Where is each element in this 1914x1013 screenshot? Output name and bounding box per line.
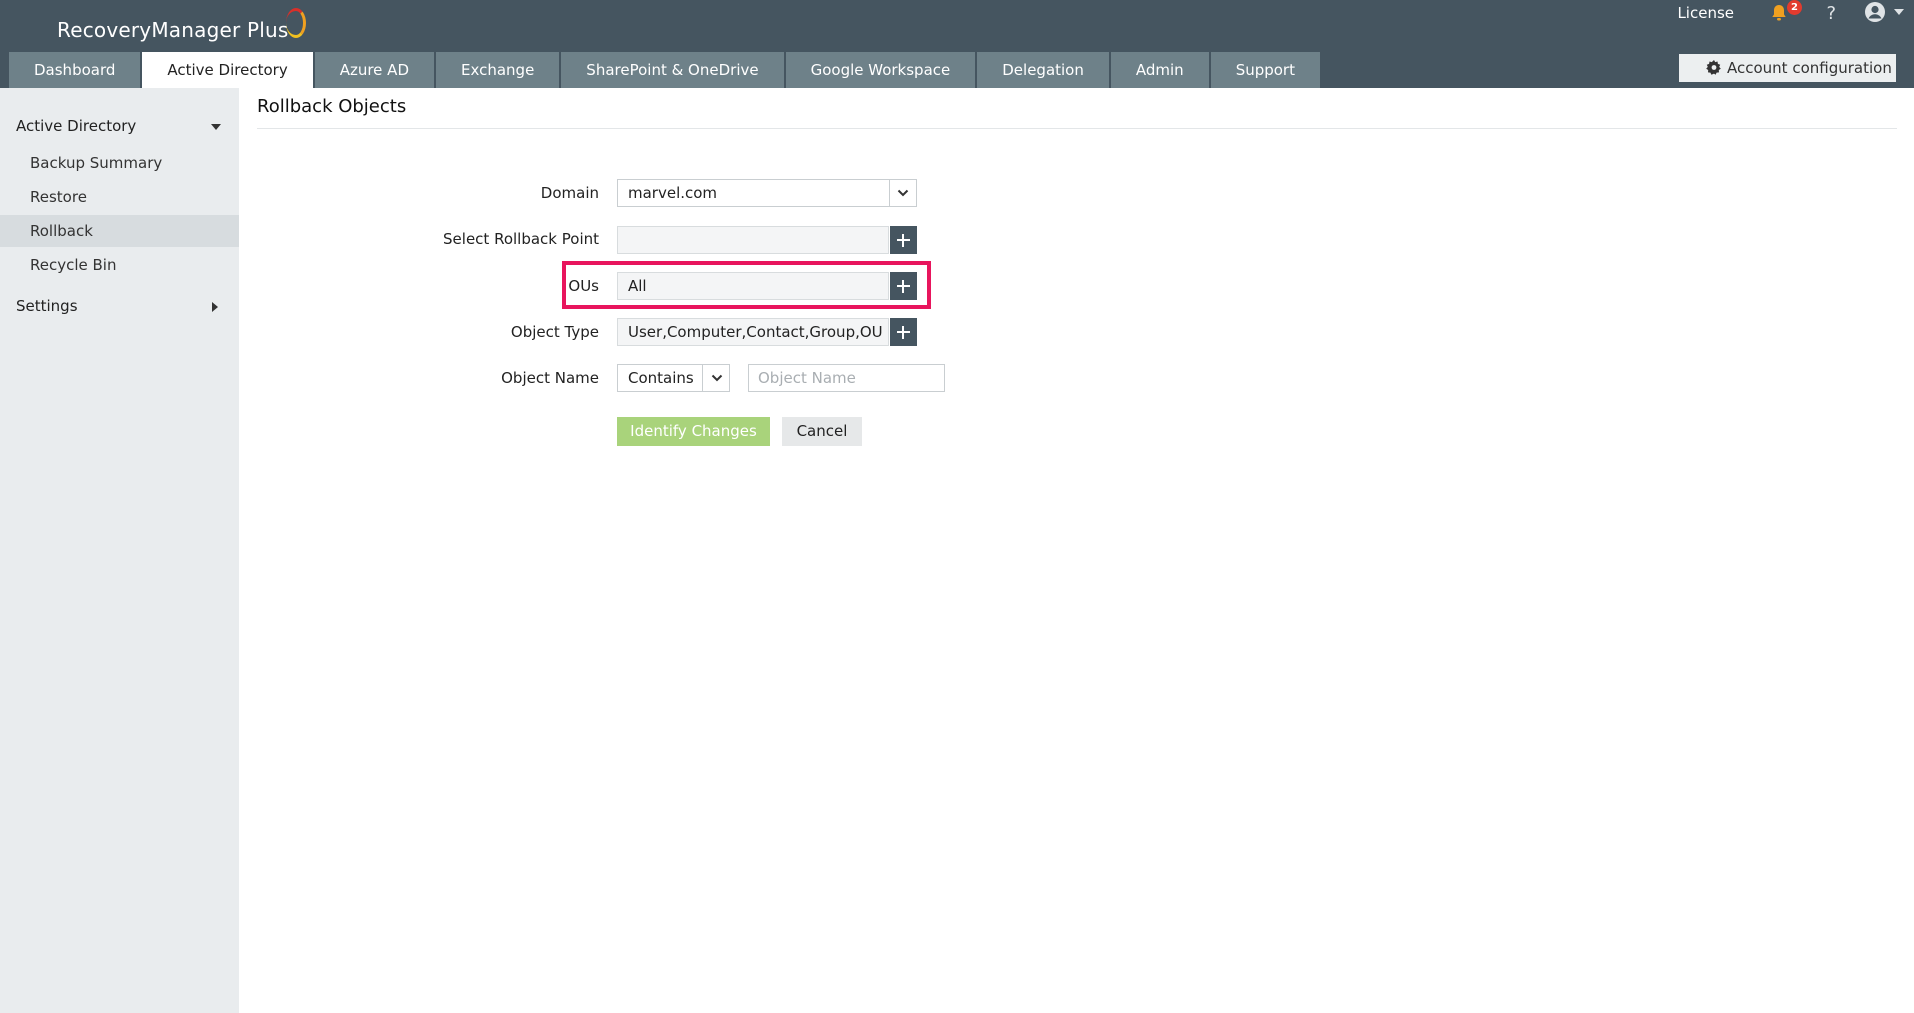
account-configuration-label: Account configuration xyxy=(1727,59,1892,77)
notification-count-badge: 2 xyxy=(1787,0,1802,15)
object-name-operator-value: Contains xyxy=(628,369,694,387)
tab-exchange[interactable]: Exchange xyxy=(436,52,560,88)
ous-label: OUs xyxy=(568,277,599,295)
chevron-down-icon[interactable] xyxy=(211,124,221,130)
app-logo[interactable]: RecoveryManager Plus xyxy=(57,8,307,42)
sidebar-section-settings[interactable]: Settings xyxy=(16,297,78,315)
object-name-operator-select[interactable]: Contains xyxy=(617,364,730,392)
tab-dashboard[interactable]: Dashboard xyxy=(9,52,141,88)
domain-label: Domain xyxy=(540,184,599,202)
gear-icon xyxy=(1706,60,1721,75)
object-name-input[interactable] xyxy=(749,365,944,391)
logo-arc-icon xyxy=(286,8,307,38)
chevron-down-icon[interactable] xyxy=(711,372,723,384)
tab-google-workspace[interactable]: Google Workspace xyxy=(785,52,976,88)
object-type-value: User,Computer,Contact,Group,OU,DN xyxy=(628,323,882,341)
object-type-label: Object Type xyxy=(510,323,599,341)
tab-admin[interactable]: Admin xyxy=(1110,52,1209,88)
sidebar-item-backup-summary[interactable]: Backup Summary xyxy=(0,147,239,179)
sidebar-section-active-directory[interactable]: Active Directory xyxy=(16,117,136,135)
tab-delegation[interactable]: Delegation xyxy=(977,52,1109,88)
ous-field[interactable]: All xyxy=(617,272,889,300)
add-ous-button[interactable] xyxy=(890,272,917,300)
add-object-type-button[interactable] xyxy=(890,318,917,346)
help-icon[interactable]: ? xyxy=(1826,3,1836,24)
user-avatar-icon[interactable] xyxy=(1864,1,1886,23)
tab-sharepoint-onedrive[interactable]: SharePoint & OneDrive xyxy=(561,52,784,88)
title-divider xyxy=(257,128,1897,129)
select-divider xyxy=(889,180,890,206)
object-type-field[interactable]: User,Computer,Contact,Group,OU,DN xyxy=(617,318,889,346)
identify-changes-button[interactable]: Identify Changes xyxy=(617,417,770,446)
ous-value: All xyxy=(628,277,647,295)
rollback-point-field[interactable] xyxy=(617,226,889,254)
page-title: Rollback Objects xyxy=(257,96,407,117)
add-rollback-point-button[interactable] xyxy=(890,226,917,254)
domain-value: marvel.com xyxy=(628,184,718,202)
tab-support[interactable]: Support xyxy=(1210,52,1320,88)
account-configuration-button[interactable]: Account configuration xyxy=(1679,54,1896,82)
chevron-down-icon[interactable] xyxy=(897,187,909,199)
object-name-input-wrapper xyxy=(748,364,945,392)
select-divider xyxy=(702,365,703,391)
cancel-button[interactable]: Cancel xyxy=(782,417,862,446)
sidebar-item-restore[interactable]: Restore xyxy=(0,181,239,213)
domain-select[interactable]: marvel.com xyxy=(617,179,917,207)
main-tabs: Dashboard Active Directory Azure AD Exch… xyxy=(9,52,1322,88)
rollback-point-label: Select Rollback Point xyxy=(443,230,599,248)
user-menu-caret-icon[interactable] xyxy=(1894,9,1904,15)
left-sidebar: Active Directory Backup Summary Restore … xyxy=(0,88,239,1013)
object-name-label: Object Name xyxy=(501,369,599,387)
license-link[interactable]: License xyxy=(1677,4,1734,22)
tab-active-directory[interactable]: Active Directory xyxy=(142,52,313,88)
top-header: RecoveryManager Plus License 2 ? Dashboa… xyxy=(0,0,1914,88)
app-brand-name: RecoveryManager Plus xyxy=(57,18,289,42)
sidebar-item-rollback[interactable]: Rollback xyxy=(0,215,239,247)
tab-azure-ad[interactable]: Azure AD xyxy=(314,52,434,88)
sidebar-item-recycle-bin[interactable]: Recycle Bin xyxy=(0,249,239,281)
chevron-right-icon[interactable] xyxy=(212,302,218,312)
